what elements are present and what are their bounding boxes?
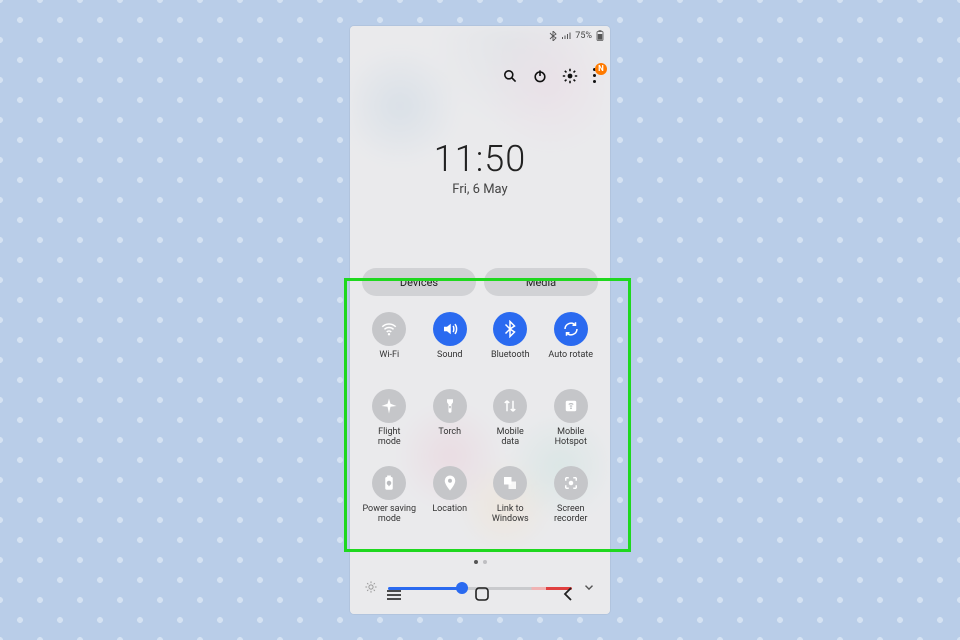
battery-icon [596, 30, 604, 41]
clock-time: 11:50 [350, 138, 610, 180]
wifi-icon [372, 312, 406, 346]
autorotate-icon [554, 312, 588, 346]
toggle-powersave[interactable]: Power saving mode [362, 466, 417, 525]
toggle-sound[interactable]: Sound [423, 312, 478, 371]
location-icon [433, 466, 467, 500]
more-menu-button[interactable]: N [592, 68, 598, 84]
toggle-label: Mobile Hotspot [555, 428, 587, 448]
status-bar: 75% [549, 30, 604, 41]
bluetooth-icon [493, 312, 527, 346]
toggle-label: Link to Windows [492, 505, 529, 525]
header-actions: N [502, 68, 598, 84]
toggle-torch[interactable]: Torch [423, 389, 478, 448]
power-button[interactable] [532, 68, 548, 84]
toggle-label: Mobile data [497, 428, 524, 448]
toggle-location[interactable]: Location [423, 466, 478, 525]
toggle-bluetooth[interactable]: Bluetooth [483, 312, 538, 371]
settings-button[interactable] [562, 68, 578, 84]
toggle-label: Screen recorder [554, 505, 587, 525]
clock-block: 11:50 Fri, 6 May [350, 138, 610, 197]
toggle-label: Bluetooth [491, 351, 530, 371]
toggle-label: Sound [437, 351, 462, 371]
toggle-flight[interactable]: Flight mode [362, 389, 417, 448]
toggle-linkwindows[interactable]: Link to Windows [483, 466, 538, 525]
search-button[interactable] [502, 68, 518, 84]
torch-icon [433, 389, 467, 423]
toggle-autorotate[interactable]: Auto rotate [544, 312, 599, 371]
bluetooth-status-icon [549, 31, 557, 41]
screenrecord-icon [554, 466, 588, 500]
toggle-label: Power saving mode [362, 505, 416, 525]
android-navbar [350, 584, 610, 608]
linkwindows-icon [493, 466, 527, 500]
page-dot [483, 560, 487, 564]
toggle-hotspot[interactable]: Mobile Hotspot [544, 389, 599, 448]
signal-icon [561, 32, 571, 40]
hotspot-icon [554, 389, 588, 423]
clock-date: Fri, 6 May [350, 182, 610, 197]
battery-pct: 75% [575, 31, 592, 41]
nav-back-button[interactable] [560, 586, 576, 606]
devices-chip[interactable]: Devices [362, 268, 476, 296]
powersave-icon [372, 466, 406, 500]
quick-toggle-grid: Wi-Fi Sound Bluetooth Auto rotate Flight mod… [362, 312, 598, 525]
page-dot [474, 560, 478, 564]
flight-icon [372, 389, 406, 423]
toggle-label: Auto rotate [548, 351, 593, 371]
toggle-label: Wi-Fi [379, 351, 399, 371]
notification-badge: N [595, 63, 607, 75]
toggle-label: Torch [438, 428, 461, 448]
toggle-label: Flight mode [378, 428, 401, 448]
toggle-mobiledata[interactable]: Mobile data [483, 389, 538, 448]
nav-recents-button[interactable] [384, 587, 404, 606]
page-indicator [350, 560, 610, 564]
sound-icon [433, 312, 467, 346]
mobiledata-icon [493, 389, 527, 423]
nav-home-button[interactable] [473, 585, 491, 607]
phone-frame: 75% N 11:50 Fri, 6 May Devices Media Wi-… [350, 26, 610, 614]
toggle-label: Location [432, 505, 467, 525]
toggle-wifi[interactable]: Wi-Fi [362, 312, 417, 371]
toggle-screenrecord[interactable]: Screen recorder [544, 466, 599, 525]
media-chip[interactable]: Media [484, 268, 598, 296]
